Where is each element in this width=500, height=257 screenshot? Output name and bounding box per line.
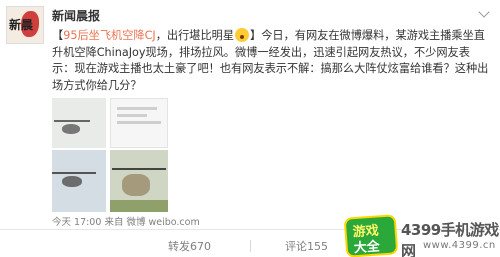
screenshot-line [117, 107, 157, 110]
chevron-down-icon[interactable] [478, 6, 490, 18]
action-separator [250, 240, 251, 252]
watermark-url: www.4399.cn [423, 240, 496, 251]
headline-highlight[interactable]: 95后坐飞机空降CJ [63, 29, 155, 42]
helicopter-rotor [52, 172, 96, 174]
photo-thumbnail-4[interactable] [110, 150, 168, 212]
post-time[interactable]: 今天 17:00 [52, 217, 101, 228]
ground [110, 200, 168, 212]
screenshot-line [117, 114, 147, 117]
photo-thumbnail-1[interactable] [52, 98, 106, 148]
photo-thumbnail-2[interactable] [110, 98, 168, 148]
watermark-title: 4399手机游戏网 [401, 221, 499, 257]
helicopter-icon [122, 174, 150, 196]
surprised-emoji-icon [235, 28, 250, 42]
photo-thumbnail-3[interactable] [52, 150, 106, 212]
screenshot-line [117, 121, 161, 124]
repost-button[interactable]: 转发670 [168, 238, 211, 254]
helicopter-icon [62, 176, 82, 187]
watermark: 游戏 大全 4399手机游戏网 www.4399.cn [343, 214, 499, 257]
post-meta: 今天 17:00 来自 微博 weibo.com [52, 214, 200, 228]
post-source[interactable]: 来自 微博 weibo.com [104, 217, 199, 228]
watermark-badge-line2: 大全 [353, 239, 381, 257]
headline-rest: ，出行堪比明星 [155, 29, 235, 42]
helicopter-icon [62, 124, 80, 134]
helicopter-rotor [112, 168, 166, 170]
avatar[interactable]: 新晨 [6, 6, 44, 44]
avatar-logo-text: 新晨 [9, 18, 34, 32]
headline-close-bracket: 】 [250, 29, 262, 42]
username[interactable]: 新闻晨报 [52, 7, 100, 24]
post-text: 【95后坐飞机空降CJ，出行堪比明星 】今日，有网友在微博爆料，某游戏主播乘坐直升… [52, 28, 492, 94]
headline-open-bracket: 【 [52, 29, 64, 42]
helicopter-rotor [54, 120, 90, 122]
comment-button[interactable]: 评论155 [285, 238, 328, 254]
watermark-badge: 游戏 大全 [343, 214, 399, 257]
